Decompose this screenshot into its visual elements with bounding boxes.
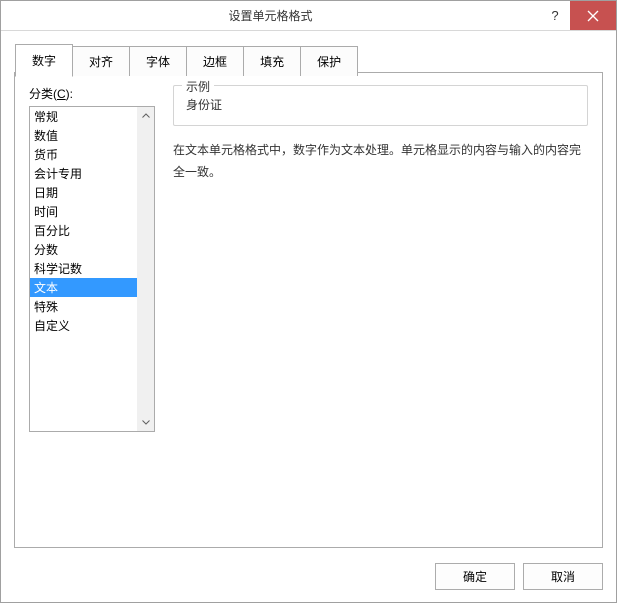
scroll-up-icon[interactable]: [137, 107, 154, 124]
sample-fieldset: 示例 身份证: [173, 85, 588, 126]
dialog-title: 设置单元格格式: [1, 7, 540, 24]
list-item[interactable]: 科学记数: [30, 259, 154, 278]
list-item[interactable]: 常规: [30, 107, 154, 126]
category-column: 分类(C): 常规数值货币会计专用日期时间百分比分数科学记数文本特殊自定义: [29, 85, 155, 535]
list-item[interactable]: 自定义: [30, 316, 154, 335]
list-item[interactable]: 时间: [30, 202, 154, 221]
format-description: 在文本单元格格式中，数字作为文本处理。单元格显示的内容与输入的内容完全一致。: [173, 140, 588, 183]
sample-legend: 示例: [182, 78, 214, 95]
list-item[interactable]: 分数: [30, 240, 154, 259]
close-button[interactable]: [570, 1, 616, 30]
detail-column: 示例 身份证 在文本单元格格式中，数字作为文本处理。单元格显示的内容与输入的内容…: [155, 85, 588, 535]
list-item[interactable]: 特殊: [30, 297, 154, 316]
category-listbox[interactable]: 常规数值货币会计专用日期时间百分比分数科学记数文本特殊自定义: [29, 106, 155, 432]
tab-panel-number: 分类(C): 常规数值货币会计专用日期时间百分比分数科学记数文本特殊自定义 示例…: [14, 72, 603, 548]
tab-0[interactable]: 数字: [15, 44, 73, 77]
close-icon: [587, 10, 599, 22]
list-item[interactable]: 百分比: [30, 221, 154, 240]
list-item[interactable]: 会计专用: [30, 164, 154, 183]
tab-2[interactable]: 字体: [129, 46, 187, 76]
button-bar: 确定 取消: [435, 563, 603, 590]
list-item[interactable]: 数值: [30, 126, 154, 145]
help-button[interactable]: ?: [540, 1, 570, 30]
scrollbar[interactable]: [137, 107, 154, 431]
list-item[interactable]: 日期: [30, 183, 154, 202]
list-item[interactable]: 文本: [30, 278, 154, 297]
sample-value: 身份证: [186, 96, 575, 113]
tab-1[interactable]: 对齐: [72, 46, 130, 76]
tab-5[interactable]: 保护: [300, 46, 358, 76]
tab-4[interactable]: 填充: [243, 46, 301, 76]
category-label: 分类(C):: [29, 85, 155, 102]
cancel-button[interactable]: 取消: [523, 563, 603, 590]
ok-button[interactable]: 确定: [435, 563, 515, 590]
list-item[interactable]: 货币: [30, 145, 154, 164]
tab-3[interactable]: 边框: [186, 46, 244, 76]
tab-strip: 数字对齐字体边框填充保护: [15, 46, 616, 76]
scroll-down-icon[interactable]: [137, 414, 154, 431]
titlebar: 设置单元格格式 ?: [1, 1, 616, 31]
titlebar-controls: ?: [540, 1, 616, 30]
